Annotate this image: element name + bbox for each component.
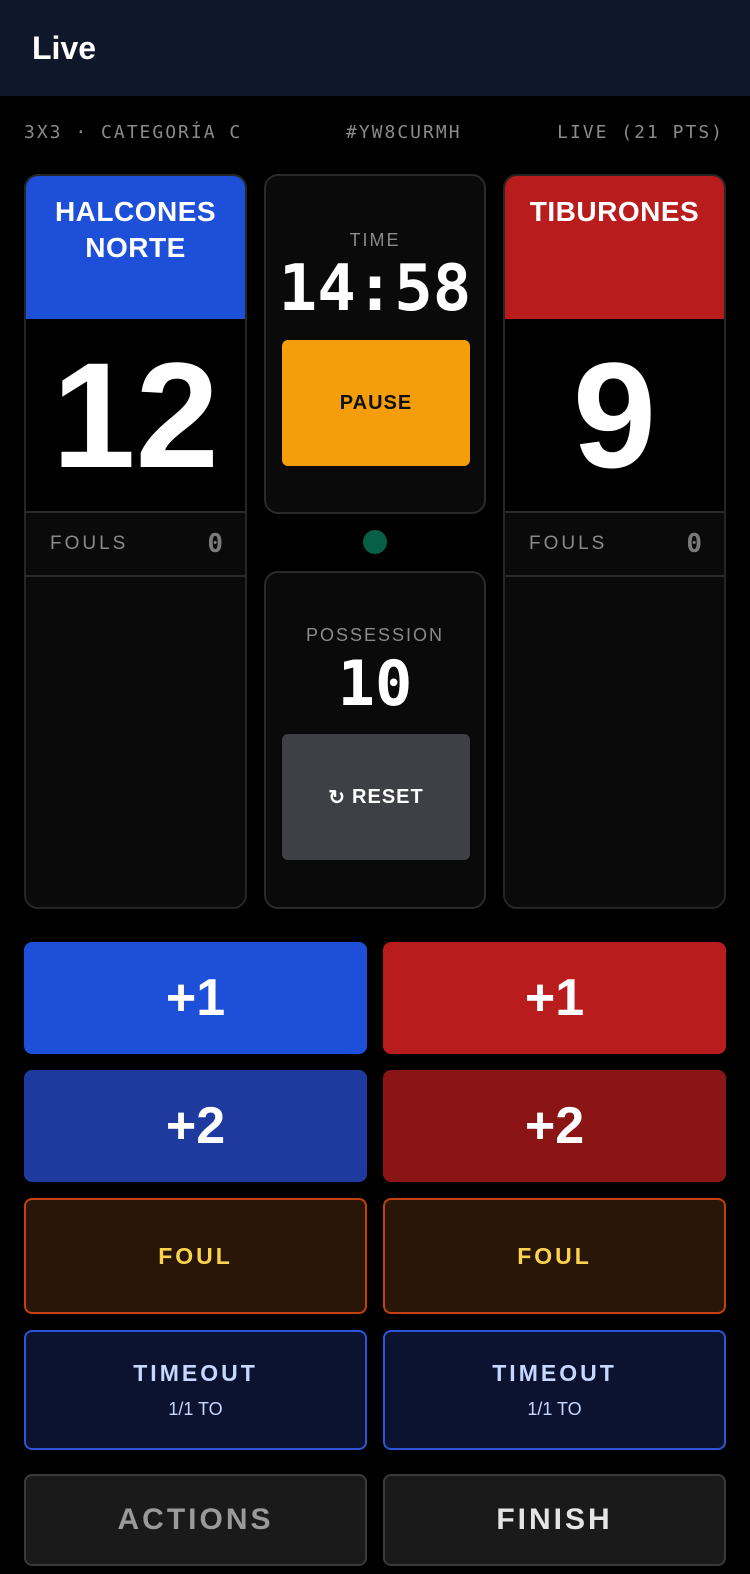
away-team-score: 9 [505, 319, 724, 511]
possession-card: POSSESSION 10 ↻ RESET [264, 571, 486, 909]
match-meta: 3X3 · CATEGORÍA C #YW8CURMH LIVE (21 PTS… [24, 122, 724, 148]
away-plus-two-label: +2 [524, 1097, 585, 1155]
reset-label: RESET [352, 785, 424, 808]
match-category: 3X3 · CATEGORÍA C [24, 122, 243, 143]
home-timeout-button[interactable]: TIMEOUT 1/1 TO [24, 1330, 367, 1450]
match-status: LIVE (21 PTS) [557, 122, 724, 143]
timer-value: 14:58 [278, 252, 472, 326]
away-foul-label: FOUL [517, 1242, 592, 1269]
home-timeout-count: 1/1 TO [168, 1399, 223, 1419]
away-timeout-count: 1/1 TO [527, 1399, 582, 1419]
home-plus-two-button[interactable]: +2 [24, 1070, 367, 1182]
home-team-name: HALCONES NORTE [26, 176, 245, 319]
away-foul-button[interactable]: FOUL [383, 1198, 726, 1314]
home-plus-one-label: +1 [165, 969, 226, 1027]
timer-label: TIME [349, 230, 401, 250]
home-team-score: 12 [26, 319, 245, 511]
possession-label: POSSESSION [305, 625, 445, 645]
home-foul-button[interactable]: FOUL [24, 1198, 367, 1314]
timer-card: TIME 14:58 PAUSE [264, 174, 486, 514]
reset-icon: ↻ [328, 786, 347, 809]
away-fouls-label: FOULS [529, 533, 608, 554]
away-plus-one-button[interactable]: +1 [383, 942, 726, 1054]
reset-possession-button[interactable]: ↻ RESET [282, 734, 470, 860]
away-plus-two-button[interactable]: +2 [383, 1070, 726, 1182]
page-title: Live [32, 29, 97, 66]
away-timeout-button[interactable]: TIMEOUT 1/1 TO [383, 1330, 726, 1450]
live-status-dot [363, 530, 387, 554]
home-plus-one-button[interactable]: +1 [24, 942, 367, 1054]
away-team-name: TIBURONES [505, 176, 724, 319]
match-code: #YW8CURMH [346, 122, 462, 143]
away-fouls-row: FOULS 0 [505, 511, 724, 577]
away-timeout-label: TIMEOUT [492, 1360, 617, 1386]
finish-label: FINISH [496, 1503, 613, 1536]
finish-button[interactable]: FINISH [383, 1474, 726, 1566]
home-fouls-row: FOULS 0 [26, 511, 245, 577]
home-fouls-count: 0 [207, 529, 223, 559]
home-fouls-label: FOULS [50, 533, 129, 554]
actions-button[interactable]: ACTIONS [24, 1474, 367, 1566]
home-plus-two-label: +2 [165, 1097, 226, 1155]
away-fouls-count: 0 [686, 529, 702, 559]
away-team-card: TIBURONES 9 FOULS 0 [503, 174, 726, 909]
away-plus-one-label: +1 [524, 969, 585, 1027]
top-bar: Live [0, 0, 750, 96]
possession-value: 10 [337, 647, 413, 720]
home-team-card: HALCONES NORTE 12 FOULS 0 [24, 174, 247, 909]
pause-button[interactable]: PAUSE [282, 340, 470, 466]
home-foul-label: FOUL [158, 1242, 233, 1269]
home-timeout-label: TIMEOUT [133, 1360, 258, 1386]
actions-label: ACTIONS [117, 1503, 274, 1536]
